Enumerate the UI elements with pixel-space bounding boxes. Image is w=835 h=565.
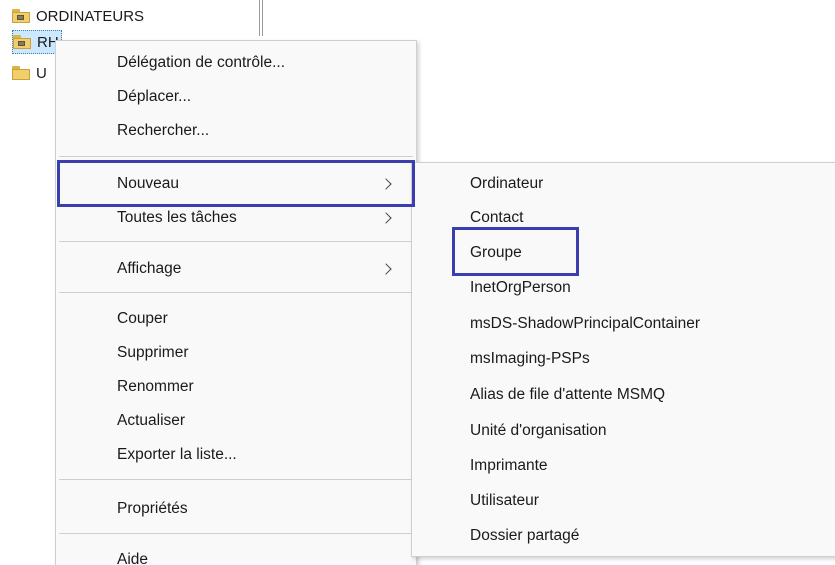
tree-item-label: U [36,64,47,82]
menu-item-label: Exporter la liste... [117,446,237,463]
menu-item-label: Ordinateur [470,175,544,192]
menu-item-label: Utilisateur [470,492,539,509]
tree-item-u[interactable]: U [12,62,47,84]
menu-item-label: Alias de file d'attente MSMQ [470,386,666,403]
submenu-nouveau: Ordinateur Contact Groupe InetOrgPerson … [411,162,835,557]
ou-folder-icon [12,9,30,23]
menu-item-label: Actualiser [117,412,186,429]
tree-item-ordinateurs[interactable]: ORDINATEURS [12,5,144,27]
menu-item-label: InetOrgPerson [470,279,571,296]
menu-item-label: msImaging-PSPs [470,350,590,367]
menu-item-label: Délégation de contrôle... [117,54,286,71]
context-menu: Délégation de contrôle... Déplacer... Re… [55,40,417,565]
menu-item-label: msDS-ShadowPrincipalContainer [470,315,701,332]
menu-item-label: Toutes les tâches [117,209,237,226]
menu-item-label: Contact [470,209,524,226]
ou-folder-icon [13,35,31,49]
menu-separator [59,479,413,480]
chevron-right-icon [380,212,392,224]
menu-item-label: Rechercher... [117,122,210,139]
menu-item-label: Dossier partagé [470,527,580,544]
pane-divider[interactable] [259,0,260,36]
menu-item-label: Affichage [117,260,182,277]
menu-item-affichage[interactable]: Affichage [56,252,416,286]
menu-item-rechercher[interactable]: Rechercher... [56,114,416,148]
menu-item-toutes-les-taches[interactable]: Toutes les tâches [56,201,416,235]
menu-item-label: Supprimer [117,344,189,361]
menu-item-delegation[interactable]: Délégation de contrôle... [56,46,416,80]
menu-item-label: Imprimante [470,457,548,474]
menu-item-label: Groupe [470,244,522,261]
menu-item-label: Aide [117,551,149,565]
submenu-item-imprimante[interactable]: Imprimante [412,449,835,483]
menu-item-label: Renommer [117,378,194,395]
menu-item-aide[interactable]: Aide [56,543,416,565]
submenu-item-inetorgperson[interactable]: InetOrgPerson [412,271,835,305]
menu-separator [59,533,413,534]
menu-item-actualiser[interactable]: Actualiser [56,404,416,438]
submenu-item-alias-msmq[interactable]: Alias de file d'attente MSMQ [412,378,835,412]
menu-item-label: Propriétés [117,500,188,517]
folder-icon [12,66,30,80]
menu-item-deplacer[interactable]: Déplacer... [56,80,416,114]
menu-item-proprietes[interactable]: Propriétés [56,492,416,526]
submenu-item-msimaging-psps[interactable]: msImaging-PSPs [412,342,835,376]
submenu-item-msds-shadowprincipalcontainer[interactable]: msDS-ShadowPrincipalContainer [412,307,835,341]
menu-separator [59,241,413,242]
menu-item-label: Nouveau [117,175,180,192]
chevron-right-icon [380,178,392,190]
screen: ORDINATEURS RH U Délégation de contrôle.… [0,0,835,565]
tree-item-label: ORDINATEURS [36,7,145,25]
menu-item-label: Couper [117,310,168,327]
submenu-item-unite-organisation[interactable]: Unité d'organisation [412,414,835,448]
menu-item-supprimer[interactable]: Supprimer [56,336,416,370]
submenu-item-groupe[interactable]: Groupe [412,236,835,270]
submenu-item-utilisateur[interactable]: Utilisateur [412,484,835,518]
submenu-item-ordinateur[interactable]: Ordinateur [412,167,835,201]
pane-divider [262,0,263,36]
menu-separator [59,156,413,157]
menu-item-label: Déplacer... [117,88,192,105]
submenu-item-contact[interactable]: Contact [412,201,835,235]
menu-item-exporter-la-liste[interactable]: Exporter la liste... [56,438,416,472]
menu-item-nouveau[interactable]: Nouveau [56,167,416,201]
menu-item-couper[interactable]: Couper [56,302,416,336]
menu-item-label: Unité d'organisation [470,422,607,439]
submenu-item-dossier-partage[interactable]: Dossier partagé [412,519,835,553]
chevron-right-icon [380,263,392,275]
menu-item-renommer[interactable]: Renommer [56,370,416,404]
menu-separator [59,292,413,293]
